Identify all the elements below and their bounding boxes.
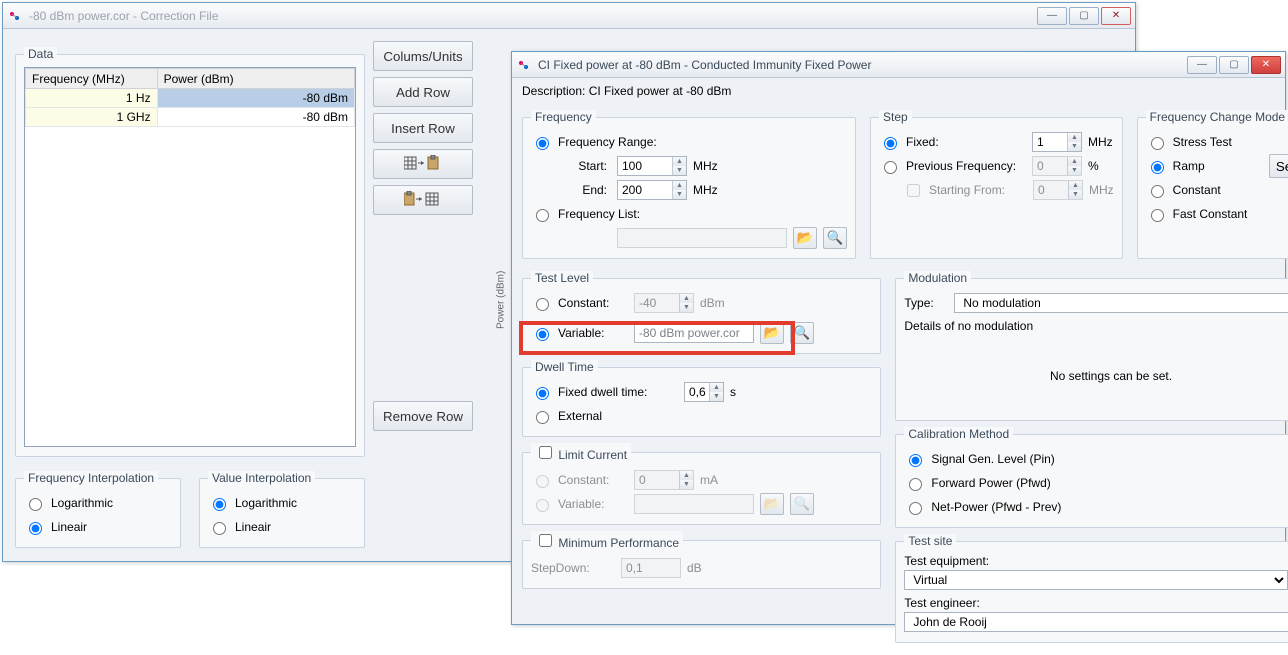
col-frequency[interactable]: Frequency (MHz) bbox=[26, 69, 158, 89]
group-frequency: Frequency Frequency Range: Start: ▲▼ MHz… bbox=[522, 110, 856, 259]
col-power[interactable]: Power (dBm) bbox=[157, 69, 354, 89]
spin-down-icon: ▼ bbox=[1067, 166, 1081, 175]
radio-test-constant[interactable] bbox=[536, 298, 549, 311]
check-limit-current[interactable] bbox=[539, 446, 552, 459]
folder-open-icon: 📂 bbox=[797, 230, 814, 246]
engineer-label: Test engineer: bbox=[904, 596, 1288, 610]
radio-cal-pfwd[interactable] bbox=[909, 478, 922, 491]
spin-up-icon[interactable]: ▲ bbox=[672, 181, 686, 190]
radio-cal-pin[interactable] bbox=[909, 454, 922, 467]
paste-grid-button[interactable] bbox=[373, 185, 473, 215]
maximize-button[interactable]: ▢ bbox=[1069, 7, 1099, 25]
maximize-button[interactable]: ▢ bbox=[1219, 56, 1249, 74]
engineer-select[interactable]: John de Rooij bbox=[904, 612, 1288, 632]
spin-down-icon[interactable]: ▼ bbox=[672, 190, 686, 199]
table-row[interactable]: 1 Hz-80 dBm bbox=[26, 89, 355, 108]
group-min-performance: Minimum Performance StepDown: dB bbox=[522, 531, 881, 589]
data-table[interactable]: Frequency (MHz) Power (dBm) 1 Hz-80 dBm1… bbox=[24, 67, 356, 447]
frequency-list-input bbox=[617, 228, 787, 248]
columns-units-button[interactable]: Colums/Units bbox=[373, 41, 473, 71]
description-label: Description: bbox=[522, 84, 585, 98]
group-modulation: Modulation Type: No modulation Details o… bbox=[895, 271, 1288, 421]
vaxis-label: Power (dBm) bbox=[496, 271, 507, 329]
app-icon bbox=[516, 57, 532, 73]
stepdown-input bbox=[621, 558, 681, 578]
equipment-select[interactable]: Virtual bbox=[904, 570, 1287, 590]
close-button[interactable]: ✕ bbox=[1101, 7, 1131, 25]
close-button[interactable]: ✕ bbox=[1251, 56, 1281, 74]
group-freq-interp: Frequency Interpolation Logarithmic Line… bbox=[15, 471, 181, 548]
description-value: CI Fixed power at -80 dBm bbox=[589, 84, 732, 98]
radio-cal-net[interactable] bbox=[909, 502, 922, 515]
add-row-button[interactable]: Add Row bbox=[373, 77, 473, 107]
open-file-button[interactable]: 📂 bbox=[793, 227, 817, 249]
search-button[interactable]: 🔍 bbox=[823, 227, 847, 249]
radio-limit-constant bbox=[536, 475, 549, 488]
spin-down-icon[interactable]: ▼ bbox=[709, 392, 723, 401]
group-data: Data Frequency (MHz) Power (dBm) 1 Hz-80… bbox=[15, 47, 365, 457]
search-icon: 🔍 bbox=[827, 230, 844, 246]
radio-val-log[interactable] bbox=[213, 498, 226, 511]
radio-step-prev[interactable] bbox=[884, 161, 897, 174]
group-dwell-time: Dwell Time Fixed dwell time: ▲▼ s Extern… bbox=[522, 360, 881, 437]
remove-row-button[interactable]: Remove Row bbox=[373, 401, 473, 431]
minimize-button[interactable]: — bbox=[1187, 56, 1217, 74]
minimize-button[interactable]: — bbox=[1037, 7, 1067, 25]
spin-up-icon[interactable]: ▲ bbox=[1067, 133, 1081, 142]
window-title: CI Fixed power at -80 dBm - Conducted Im… bbox=[538, 58, 1187, 72]
setup-button[interactable]: Setup bbox=[1269, 154, 1288, 178]
modulation-type-select[interactable]: No modulation bbox=[954, 293, 1288, 313]
spin-up-icon[interactable]: ▲ bbox=[672, 157, 686, 166]
search-limit-button: 🔍 bbox=[790, 493, 814, 515]
group-step: Step Fixed: ▲▼ MHz Previous Frequency: ▲… bbox=[870, 110, 1123, 259]
modulation-no-settings: No settings can be set. bbox=[904, 369, 1288, 383]
variable-file-input[interactable] bbox=[634, 323, 754, 343]
spin-up-icon: ▲ bbox=[1067, 157, 1081, 166]
radio-dwell-external[interactable] bbox=[536, 411, 549, 424]
clipboard-to-grid-icon bbox=[404, 191, 442, 207]
folder-open-icon: 📂 bbox=[764, 496, 781, 512]
radio-step-fixed[interactable] bbox=[884, 137, 897, 150]
spin-up-icon[interactable]: ▲ bbox=[709, 383, 723, 392]
radio-dwell-fixed[interactable] bbox=[536, 387, 549, 400]
open-variable-file-button[interactable]: 📂 bbox=[760, 322, 784, 344]
group-limit-current: Limit Current Constant: ▲▼ mA Variable: … bbox=[522, 443, 881, 525]
spin-down-icon[interactable]: ▼ bbox=[1067, 142, 1081, 151]
radio-test-variable[interactable] bbox=[536, 328, 549, 341]
search-icon: 🔍 bbox=[794, 496, 811, 512]
copy-grid-button[interactable] bbox=[373, 149, 473, 179]
radio-constant[interactable] bbox=[1151, 185, 1164, 198]
titlebar-test[interactable]: CI Fixed power at -80 dBm - Conducted Im… bbox=[512, 52, 1285, 78]
modulation-details-label: Details of no modulation bbox=[904, 319, 1288, 333]
insert-row-button[interactable]: Insert Row bbox=[373, 113, 473, 143]
search-icon: 🔍 bbox=[794, 325, 811, 341]
check-starting-from bbox=[907, 184, 920, 197]
radio-val-lin[interactable] bbox=[213, 522, 226, 535]
open-limit-file-button: 📂 bbox=[760, 493, 784, 515]
grid-to-clipboard-icon bbox=[404, 155, 442, 171]
folder-open-icon: 📂 bbox=[764, 325, 781, 341]
table-row[interactable]: 1 GHz-80 dBm bbox=[26, 108, 355, 127]
equipment-label: Test equipment: bbox=[904, 554, 1288, 568]
window-title: -80 dBm power.cor - Correction File bbox=[29, 9, 1037, 23]
group-val-interp: Value Interpolation Logarithmic Lineair bbox=[199, 471, 365, 548]
window-fixed-power-test: CI Fixed power at -80 dBm - Conducted Im… bbox=[511, 51, 1286, 625]
search-variable-button[interactable]: 🔍 bbox=[790, 322, 814, 344]
group-frequency-change-mode: Frequency Change Mode Stress Test Ramp S… bbox=[1137, 110, 1288, 259]
radio-fast-constant[interactable] bbox=[1151, 209, 1164, 222]
limit-variable-input bbox=[634, 494, 754, 514]
radio-frequency-list[interactable] bbox=[536, 209, 549, 222]
radio-ramp[interactable] bbox=[1151, 161, 1164, 174]
titlebar-correction[interactable]: -80 dBm power.cor - Correction File — ▢ … bbox=[3, 3, 1135, 29]
radio-freq-log[interactable] bbox=[29, 498, 42, 511]
radio-freq-lin[interactable] bbox=[29, 522, 42, 535]
radio-stress-test[interactable] bbox=[1151, 137, 1164, 150]
check-min-performance[interactable] bbox=[539, 534, 552, 547]
app-icon bbox=[7, 8, 23, 24]
group-test-level: Test Level Constant: ▲▼ dBm Variable: 📂 bbox=[522, 271, 881, 354]
group-calibration-method: Calibration Method Signal Gen. Level (Pi… bbox=[895, 427, 1288, 528]
radio-limit-variable bbox=[536, 499, 549, 512]
spin-down-icon[interactable]: ▼ bbox=[672, 166, 686, 175]
radio-frequency-range[interactable] bbox=[536, 137, 549, 150]
